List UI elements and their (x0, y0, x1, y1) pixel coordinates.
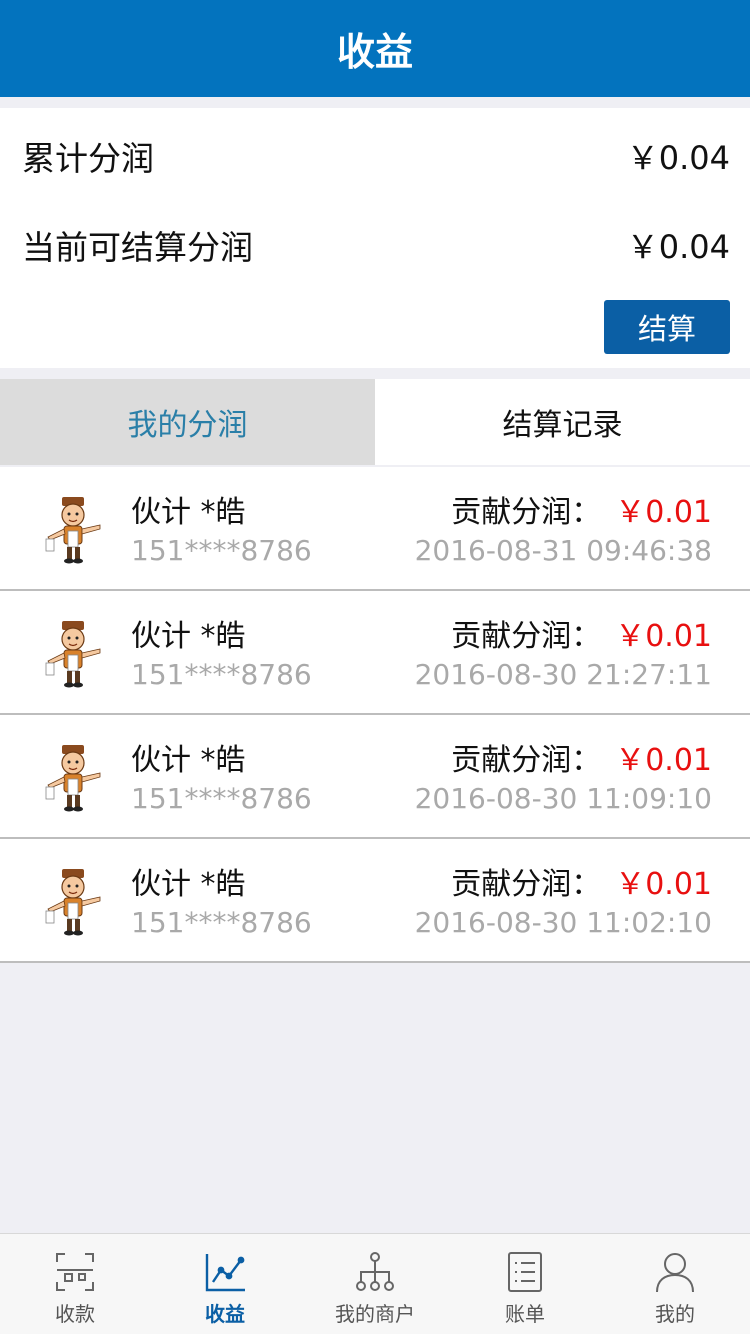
settle-button[interactable]: 结算 (604, 300, 730, 354)
org-tree-icon (356, 1252, 394, 1291)
settleable-profit-row: 当前可结算分润 ￥0.04 (22, 215, 730, 275)
list-item[interactable]: 伙计 *皓 151****8786 贡献分润： ￥0.01 2016-08-30… (0, 715, 750, 839)
tabbar-item-me[interactable]: 我的 (600, 1234, 750, 1334)
tabbar-item-earnings[interactable]: 收益 (150, 1234, 300, 1334)
tabbar-label: 我的商户 (335, 1302, 415, 1326)
bill-list-icon (508, 1252, 542, 1292)
record-timestamp: 2016-08-31 09:46:38 (414, 534, 712, 567)
waiter-avatar-icon (45, 497, 101, 564)
list-item[interactable]: 伙计 *皓 151****8786 贡献分润： ￥0.01 2016-08-30… (0, 591, 750, 715)
bottom-tab-bar: 收款 收益 我的商户 账单 我的 (0, 1233, 750, 1334)
contribution-label: 贡献分润： (451, 743, 602, 778)
tabbar-item-collect[interactable]: 收款 (0, 1234, 150, 1334)
settleable-profit-label: 当前可结算分润 (22, 228, 253, 267)
tabbar-label: 账单 (505, 1302, 545, 1326)
record-timestamp: 2016-08-30 21:27:11 (414, 658, 712, 691)
partner-name: 伙计 *皓 (131, 619, 246, 654)
waiter-avatar-icon (45, 745, 101, 812)
partner-name: 伙计 *皓 (131, 743, 246, 778)
tabbar-label: 我的 (655, 1302, 695, 1326)
contribution-label: 贡献分润： (451, 495, 602, 530)
tabbar-label: 收益 (205, 1302, 245, 1326)
partner-name: 伙计 *皓 (131, 867, 246, 902)
record-timestamp: 2016-08-30 11:02:10 (414, 906, 712, 939)
total-profit-value: ￥0.04 (626, 139, 730, 177)
contribution-label: 贡献分润： (451, 867, 602, 902)
contribution-label: 贡献分润： (451, 619, 602, 654)
total-profit-row: 累计分润 ￥0.04 (22, 126, 730, 186)
contribution: 贡献分润： ￥0.01 (451, 735, 712, 779)
waiter-avatar-icon (45, 621, 101, 688)
partner-phone: 151****8786 (131, 534, 312, 567)
user-icon (656, 1253, 694, 1293)
settleable-profit-value: ￥0.04 (626, 228, 730, 266)
list-item[interactable]: 伙计 *皓 151****8786 贡献分润： ￥0.01 2016-08-30… (0, 839, 750, 963)
page-title: 收益 (0, 0, 750, 97)
partner-phone: 151****8786 (131, 658, 312, 691)
tabbar-label: 收款 (55, 1302, 95, 1326)
tabbar-item-bills[interactable]: 账单 (450, 1234, 600, 1334)
contribution: 贡献分润： ￥0.01 (451, 859, 712, 903)
list-item[interactable]: 伙计 *皓 151****8786 贡献分润： ￥0.01 2016-08-31… (0, 467, 750, 591)
line-chart-icon (205, 1254, 245, 1292)
waiter-avatar-icon (45, 869, 101, 936)
contribution-amount: ￥0.01 (615, 867, 712, 902)
tab-settlement-records[interactable]: 结算记录 (375, 379, 750, 465)
partner-phone: 151****8786 (131, 782, 312, 815)
total-profit-label: 累计分润 (22, 139, 154, 178)
partner-phone: 151****8786 (131, 906, 312, 939)
scan-icon (56, 1253, 94, 1291)
tabbar-item-merchants[interactable]: 我的商户 (300, 1234, 450, 1334)
record-timestamp: 2016-08-30 11:09:10 (414, 782, 712, 815)
partner-name: 伙计 *皓 (131, 495, 246, 530)
contribution-amount: ￥0.01 (615, 743, 712, 778)
contribution: 贡献分润： ￥0.01 (451, 611, 712, 655)
tab-bar: 我的分润 结算记录 (0, 379, 750, 465)
earnings-summary: 累计分润 ￥0.04 当前可结算分润 ￥0.04 结算 (0, 108, 750, 368)
contribution-amount: ￥0.01 (615, 619, 712, 654)
contribution-amount: ￥0.01 (615, 495, 712, 530)
tab-my-profit[interactable]: 我的分润 (0, 379, 375, 465)
contribution: 贡献分润： ￥0.01 (451, 487, 712, 531)
profit-record-list: 伙计 *皓 151****8786 贡献分润： ￥0.01 2016-08-31… (0, 467, 750, 963)
